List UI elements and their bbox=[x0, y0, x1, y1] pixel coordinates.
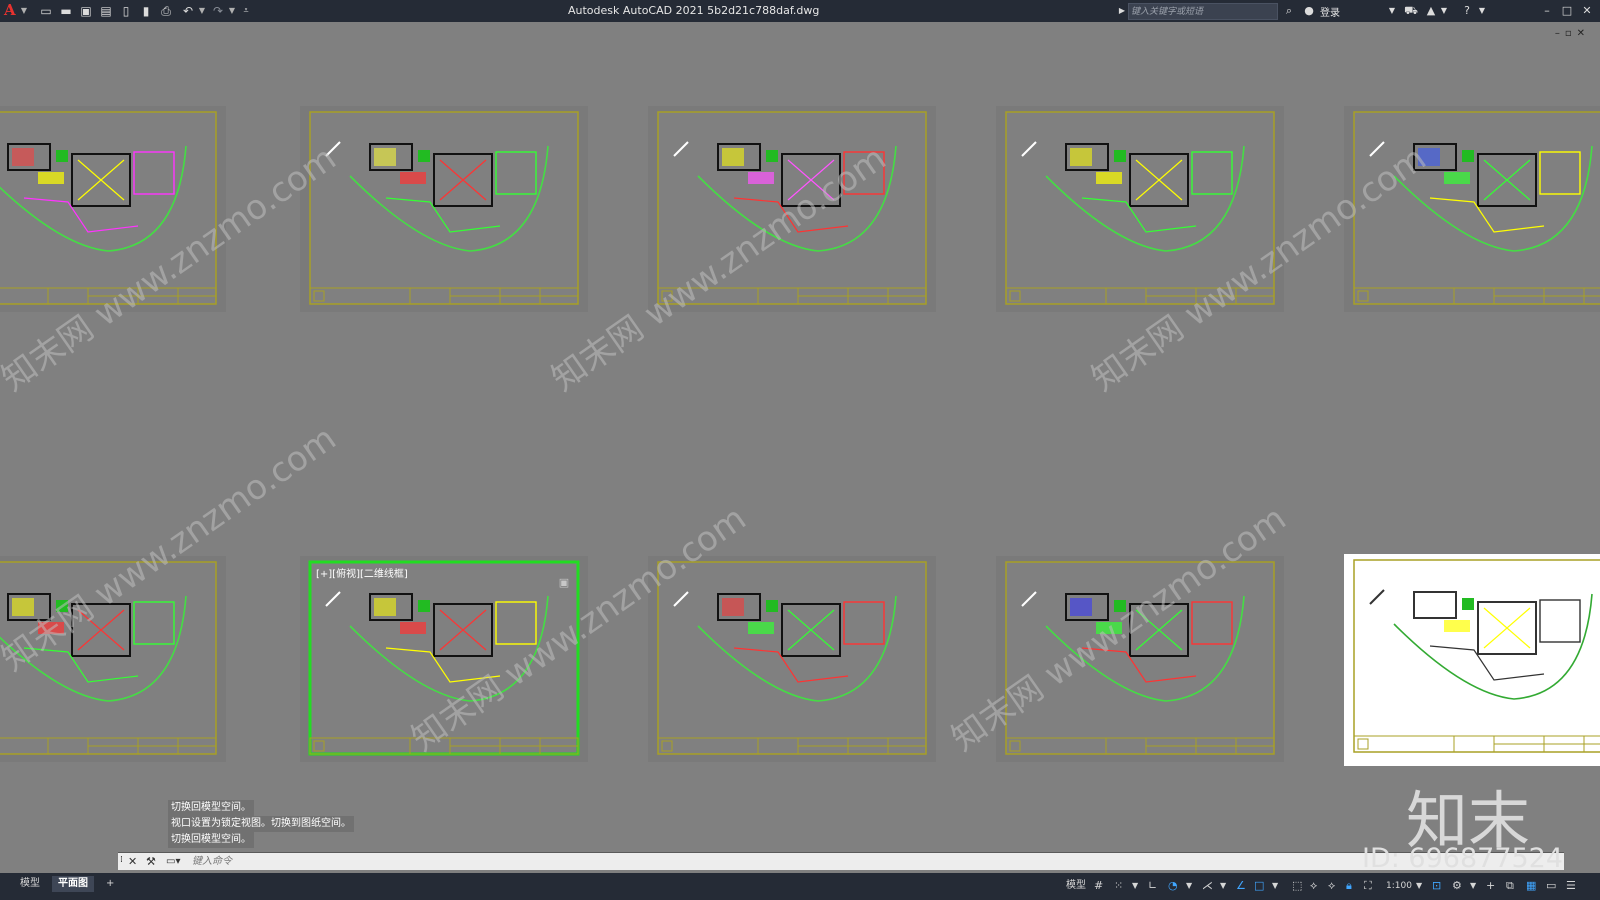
command-history-line: 切换回模型空间。 bbox=[168, 832, 254, 848]
login-link[interactable]: 登录 bbox=[1320, 4, 1340, 19]
ortho-icon[interactable]: ∟ bbox=[1148, 878, 1157, 894]
clean-screen-icon[interactable]: ▭ bbox=[1546, 878, 1556, 894]
viewcube-icon[interactable]: ▣ bbox=[552, 576, 576, 596]
snap-icon[interactable]: ⁙ bbox=[1114, 878, 1123, 894]
workspace-gear-icon[interactable]: ⚙ bbox=[1452, 878, 1462, 894]
layout-sheet[interactable] bbox=[1344, 554, 1600, 766]
scale-chevron-icon[interactable]: ▼ bbox=[1416, 878, 1422, 894]
command-line-settings-icon[interactable]: ⚒ bbox=[146, 853, 156, 870]
isodraft-chevron-icon[interactable]: ▼ bbox=[1220, 878, 1226, 894]
maximize-icon[interactable]: □ bbox=[1560, 3, 1574, 19]
layout-sheet[interactable] bbox=[0, 556, 226, 762]
customization-menu-icon[interactable]: ☰ bbox=[1566, 878, 1576, 894]
layout-sheet[interactable] bbox=[996, 556, 1284, 762]
help-icon[interactable]: ? bbox=[1460, 3, 1474, 19]
close-icon[interactable]: ✕ bbox=[1580, 3, 1594, 19]
document-window-controls: –▫✕ bbox=[1555, 28, 1590, 39]
layout-sheet[interactable] bbox=[648, 106, 936, 312]
cart-icon[interactable]: ⛟ bbox=[1404, 3, 1418, 19]
isodraft-icon[interactable]: ⋌ bbox=[1202, 878, 1213, 894]
layout-sheet[interactable] bbox=[0, 106, 226, 312]
doc-minimize-icon[interactable]: – bbox=[1555, 28, 1565, 39]
grid-icon[interactable]: # bbox=[1094, 878, 1103, 894]
minimize-icon[interactable]: – bbox=[1540, 3, 1554, 19]
annotation-visibility-icon[interactable]: ⟡ bbox=[1310, 878, 1317, 894]
publish-icon[interactable]: ▯ bbox=[118, 3, 134, 19]
doc-close-icon[interactable]: ✕ bbox=[1577, 28, 1590, 39]
command-history: 切换回模型空间。 视口设置为锁定视图。切换到图纸空间。 切换回模型空间。 bbox=[168, 800, 354, 848]
print-icon[interactable]: ⎙ bbox=[158, 3, 174, 19]
login-chevron-icon[interactable]: ▼ bbox=[1388, 3, 1396, 19]
polar-chevron-icon[interactable]: ▼ bbox=[1186, 878, 1192, 894]
quick-properties-icon[interactable]: ▦ bbox=[1526, 878, 1536, 894]
annotation-monitor-icon[interactable]: + bbox=[1486, 878, 1495, 894]
search-icon[interactable]: ⌕ bbox=[1282, 3, 1296, 19]
a360-icon[interactable]: ▲ bbox=[1424, 3, 1438, 19]
undo-icon[interactable]: ↶ bbox=[180, 3, 196, 19]
saveas-icon[interactable]: ▤ bbox=[98, 3, 114, 19]
help-chevron-icon[interactable]: ▼ bbox=[1478, 3, 1486, 19]
search-input[interactable] bbox=[1129, 4, 1277, 20]
autocad-logo-icon[interactable]: A bbox=[4, 2, 18, 18]
customize-quick-access-icon[interactable]: ⩡ bbox=[238, 3, 254, 19]
viewport-label[interactable]: [+][俯视][二维线框] bbox=[316, 565, 408, 580]
command-line: ⁞ ✕ ⚒ ▭▾ bbox=[118, 852, 1564, 870]
recent-commands-icon[interactable]: ▭▾ bbox=[166, 853, 180, 870]
watermark-id: ID: 696877524 bbox=[1362, 843, 1564, 874]
user-icon[interactable]: ● bbox=[1302, 3, 1316, 19]
search-box[interactable] bbox=[1128, 3, 1278, 20]
model-space-button[interactable]: 模型 bbox=[1066, 878, 1086, 894]
tab-layout[interactable]: 平面图 bbox=[52, 876, 94, 892]
command-input[interactable] bbox=[192, 855, 1552, 868]
redo-icon[interactable]: ↷ bbox=[210, 3, 226, 19]
polar-tracking-icon[interactable]: ◔ bbox=[1168, 878, 1178, 894]
command-history-line: 切换回模型空间。 bbox=[168, 800, 254, 816]
maximize-viewport-icon[interactable]: ⊡ bbox=[1432, 878, 1441, 894]
object-snap-icon[interactable]: □ bbox=[1254, 878, 1264, 894]
object-snap-tracking-icon[interactable]: ∠ bbox=[1236, 878, 1246, 894]
app-menu-chevron-icon[interactable]: ▼ bbox=[20, 3, 28, 19]
save-icon[interactable]: ▣ bbox=[78, 3, 94, 19]
doc-restore-icon[interactable]: ▫ bbox=[1565, 28, 1577, 39]
auto-scale-icon[interactable]: ⟡ bbox=[1328, 878, 1335, 894]
viewport-scale-icon[interactable]: ⛶ bbox=[1364, 878, 1372, 894]
add-layout-tab-button[interactable]: + bbox=[100, 876, 120, 892]
status-bar: 模型 平面图 + 模型 # ⁙ ▼ ∟ ◔ ▼ ⋌ ▼ ∠ □ ▼ ⬚ ⟡ ⟡ … bbox=[0, 873, 1600, 900]
viewport-scale-value[interactable]: 1:100 bbox=[1386, 878, 1412, 894]
a360-chevron-icon[interactable]: ▼ bbox=[1440, 3, 1448, 19]
search-expand-icon[interactable]: ▶ bbox=[1118, 3, 1126, 19]
command-line-close-icon[interactable]: ✕ bbox=[128, 853, 137, 870]
new-icon[interactable]: ▭ bbox=[38, 3, 54, 19]
command-history-line: 视口设置为锁定视图。切换到图纸空间。 bbox=[168, 816, 354, 832]
open-icon[interactable]: ▬ bbox=[58, 3, 74, 19]
redo-chevron-icon[interactable]: ▼ bbox=[228, 3, 236, 19]
layout-sheet[interactable] bbox=[300, 556, 588, 762]
title-bar: A ▼ ▭ ▬ ▣ ▤ ▯ ▮ ⎙ ↶ ▼ ↷ ▼ ⩡ Autodesk Aut… bbox=[0, 0, 1600, 22]
snap-chevron-icon[interactable]: ▼ bbox=[1132, 878, 1138, 894]
object-snap-chevron-icon[interactable]: ▼ bbox=[1272, 878, 1278, 894]
undo-chevron-icon[interactable]: ▼ bbox=[198, 3, 206, 19]
selection-cycling-icon[interactable]: ⬚ bbox=[1292, 878, 1302, 894]
plot-preview-icon[interactable]: ▮ bbox=[138, 3, 154, 19]
layout-sheet[interactable] bbox=[300, 106, 588, 312]
lock-icon[interactable]: 🔒︎ bbox=[1346, 878, 1352, 894]
tab-model[interactable]: 模型 bbox=[14, 876, 46, 892]
units-icon[interactable]: ⧉ bbox=[1506, 878, 1514, 894]
layout-sheet[interactable] bbox=[996, 106, 1284, 312]
layout-sheet[interactable] bbox=[648, 556, 936, 762]
app-title: Autodesk AutoCAD 2021 5b2d21c788daf.dwg bbox=[568, 4, 820, 17]
workspace-chevron-icon[interactable]: ▼ bbox=[1470, 878, 1476, 894]
command-line-grip-icon[interactable]: ⁞ bbox=[120, 855, 124, 868]
layout-sheet[interactable] bbox=[1344, 106, 1600, 312]
